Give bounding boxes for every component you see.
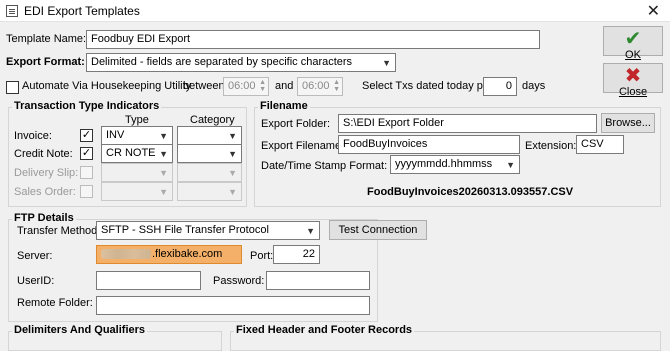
- start-time-value: 06:00: [228, 80, 256, 92]
- chevron-down-icon: ▼: [506, 160, 515, 170]
- chevron-down-icon: ▼: [159, 149, 168, 159]
- automate-label: Automate Via Housekeeping Utility: [22, 80, 192, 92]
- between-label: between: [183, 80, 225, 92]
- port-label: Port:: [250, 250, 274, 262]
- invoice-label: Invoice:: [14, 130, 52, 142]
- port-input[interactable]: 22: [273, 245, 320, 264]
- export-format-value: Delimited - fields are separated by spec…: [91, 56, 353, 68]
- app-icon: [6, 5, 18, 17]
- browse-button[interactable]: Browse...: [601, 113, 655, 133]
- start-time-spinner[interactable]: 06:00 ▲ ▼: [223, 77, 269, 96]
- filename-title: Filename: [258, 100, 310, 112]
- spinner-arrows-icon[interactable]: ▲ ▼: [333, 79, 340, 93]
- spinner-arrows-icon[interactable]: ▲ ▼: [259, 79, 266, 93]
- export-format-select[interactable]: Delimited - fields are separated by spec…: [86, 53, 396, 72]
- server-input[interactable]: .flexibake.com: [96, 245, 242, 264]
- chevron-down-icon: ▼: [159, 187, 168, 197]
- credit-note-type-select[interactable]: CR NOTE ▼: [101, 144, 173, 163]
- stamp-format-select[interactable]: yyyymmdd.hhmmss ▼: [390, 155, 520, 174]
- days-input[interactable]: 0: [483, 77, 517, 96]
- extension-input[interactable]: CSV: [576, 135, 624, 154]
- stamp-format-value: yyyymmdd.hhmmss: [395, 158, 493, 170]
- and-label: and: [275, 80, 294, 92]
- sales-order-checkbox: [80, 185, 93, 198]
- chevron-down-icon: ▼: [228, 168, 237, 178]
- chevron-down-icon: ▼: [228, 131, 237, 141]
- title-bar: EDI Export Templates ✕: [0, 0, 670, 22]
- sales-order-category-select: ▼: [177, 182, 242, 201]
- fixed-records-title: Fixed Header and Footer Records: [234, 324, 415, 336]
- sales-order-type-select: ▼: [101, 182, 173, 201]
- delivery-slip-checkbox: [80, 166, 93, 179]
- close-button-label: Close: [618, 86, 648, 98]
- redacted-server-prefix: [101, 249, 151, 260]
- credit-note-checkbox[interactable]: ✓: [80, 147, 93, 160]
- days-label: days: [522, 80, 546, 92]
- transaction-type-title: Transaction Type Indicators: [12, 100, 162, 112]
- userid-label: UserID:: [17, 275, 55, 287]
- chevron-down-icon: ▼: [228, 187, 237, 197]
- export-folder-input[interactable]: S:\EDI Export Folder: [338, 114, 597, 133]
- credit-note-category-select[interactable]: ▼: [177, 144, 242, 163]
- end-time-spinner[interactable]: 06:00 ▲ ▼: [297, 77, 343, 96]
- close-button[interactable]: ✖ Close: [603, 63, 663, 98]
- export-format-label: Export Format:: [6, 56, 85, 68]
- close-x-icon: ✖: [624, 65, 642, 87]
- window-close-icon[interactable]: ✕: [647, 1, 660, 21]
- extension-label: Extension:: [525, 140, 577, 152]
- window-title: EDI Export Templates: [24, 4, 140, 18]
- remote-folder-label: Remote Folder:: [17, 297, 93, 309]
- sales-order-label: Sales Order:: [14, 186, 76, 198]
- transfer-method-select[interactable]: SFTP - SSH File Transfer Protocol ▼: [96, 221, 320, 240]
- delimiters-title: Delimiters And Qualifiers: [12, 324, 148, 336]
- password-input[interactable]: [266, 271, 370, 290]
- delivery-slip-label: Delivery Slip:: [14, 167, 79, 179]
- export-filename-label: Export Filename:: [261, 140, 345, 152]
- transfer-method-value: SFTP - SSH File Transfer Protocol: [101, 224, 269, 236]
- type-column-header: Type: [125, 114, 149, 126]
- userid-input[interactable]: [96, 271, 201, 290]
- stamp-format-label: Date/Time Stamp Format:: [261, 160, 388, 172]
- credit-note-type-value: CR NOTE: [106, 147, 156, 159]
- invoice-type-value: INV: [106, 129, 125, 141]
- credit-note-label: Credit Note:: [14, 148, 73, 160]
- chevron-down-icon: ▼: [382, 58, 391, 68]
- template-name-label: Template Name:: [6, 33, 87, 45]
- invoice-type-select[interactable]: INV ▼: [101, 126, 173, 145]
- delivery-slip-category-select: ▼: [177, 163, 242, 182]
- server-label: Server:: [17, 250, 53, 262]
- ftp-details-title: FTP Details: [12, 212, 76, 224]
- delivery-slip-type-select: ▼: [101, 163, 173, 182]
- invoice-checkbox[interactable]: ✓: [80, 129, 93, 142]
- category-column-header: Category: [190, 114, 235, 126]
- chevron-down-icon: ▼: [159, 131, 168, 141]
- transfer-method-label: Transfer Method:: [17, 225, 101, 237]
- ok-button[interactable]: ✔ OK: [603, 26, 663, 61]
- remote-folder-input[interactable]: [96, 296, 370, 315]
- ok-button-label: OK: [625, 49, 641, 61]
- chevron-down-icon: ▼: [228, 149, 237, 159]
- template-name-input[interactable]: Foodbuy EDI Export: [86, 30, 540, 49]
- export-filename-input[interactable]: FoodBuyInvoices: [338, 135, 520, 154]
- filename-preview: FoodBuyInvoices20260313.093557.CSV: [367, 186, 574, 198]
- invoice-category-select[interactable]: ▼: [177, 126, 242, 145]
- export-folder-label: Export Folder:: [261, 118, 331, 130]
- select-txs-label: Select Txs dated today plus: [362, 80, 497, 92]
- checkmark-icon: ✔: [624, 28, 642, 50]
- end-time-value: 06:00: [302, 80, 330, 92]
- server-value: .flexibake.com: [152, 248, 223, 260]
- password-label: Password:: [213, 275, 265, 287]
- chevron-down-icon: ▼: [306, 226, 315, 236]
- chevron-down-icon: ▼: [159, 168, 168, 178]
- test-connection-button[interactable]: Test Connection: [329, 220, 427, 240]
- automate-checkbox[interactable]: [6, 81, 19, 94]
